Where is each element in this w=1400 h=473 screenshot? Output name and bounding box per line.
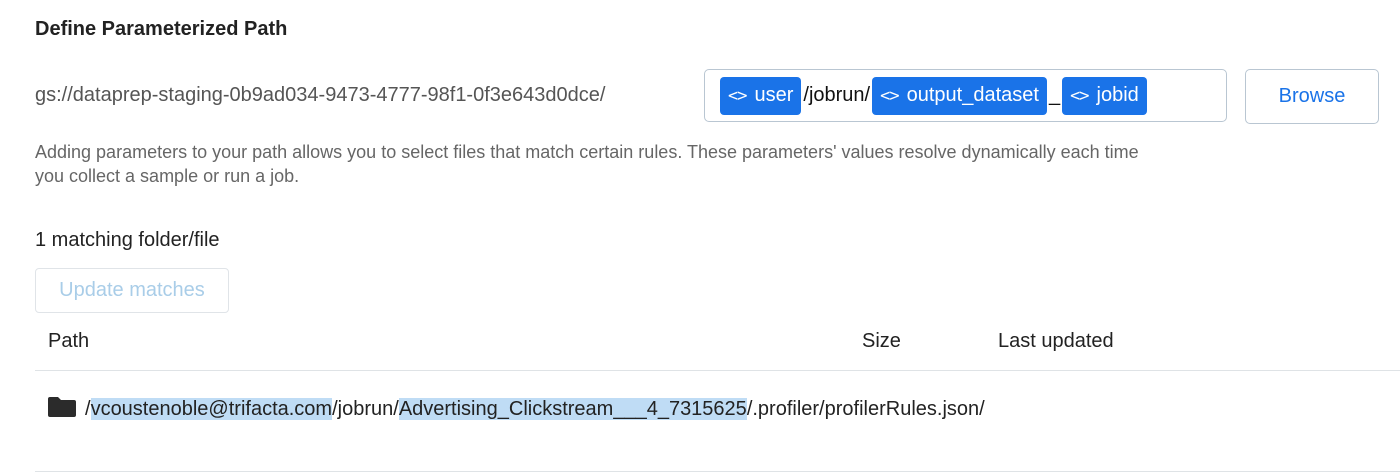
folder-icon: [48, 397, 76, 417]
code-brackets-icon: <>: [1070, 85, 1090, 106]
jobid-parameter-token[interactable]: <> jobid: [1062, 76, 1147, 115]
page-title: Define Parameterized Path: [35, 18, 288, 40]
column-header-path[interactable]: Path: [48, 330, 89, 353]
column-header-size[interactable]: Size: [862, 330, 901, 353]
code-brackets-icon: <>: [880, 85, 900, 106]
output-dataset-parameter-label: output_dataset: [906, 84, 1039, 106]
output-dataset-parameter-token[interactable]: <> output_dataset: [872, 76, 1047, 115]
matched-user-segment: vcoustenoble@trifacta.com: [90, 398, 333, 420]
matched-dataset-job-segment: Advertising_Clickstream___4_7315625: [398, 398, 747, 420]
path-literal-segment: /jobrun/: [332, 398, 399, 420]
parameterized-path-input[interactable]: <> user /jobrun/ <> output_dataset _ <> …: [704, 69, 1227, 122]
browse-button[interactable]: Browse: [1245, 69, 1379, 124]
column-header-last-updated[interactable]: Last updated: [998, 330, 1114, 353]
path-literal-underscore: _: [1048, 84, 1061, 106]
update-matches-button[interactable]: Update matches: [35, 268, 229, 313]
user-parameter-label: user: [754, 84, 794, 106]
match-count: 1 matching folder/file: [35, 229, 220, 251]
path-prefix: gs://dataprep-staging-0b9ad034-9473-4777…: [35, 84, 606, 106]
path-separator: /: [85, 398, 91, 420]
user-parameter-token[interactable]: <> user: [720, 76, 802, 115]
table-header-divider: [35, 370, 1400, 371]
helper-text: Adding parameters to your path allows yo…: [35, 142, 1139, 186]
jobid-parameter-label: jobid: [1096, 84, 1139, 106]
path-literal-jobrun: /jobrun/: [803, 84, 871, 106]
table-row[interactable]: /vcoustenoble@trifacta.com/jobrun/Advert…: [85, 394, 985, 424]
code-brackets-icon: <>: [728, 85, 748, 106]
path-tail-segment: /.profiler/profilerRules.json/: [746, 398, 985, 420]
table-row-divider: [35, 471, 1400, 472]
